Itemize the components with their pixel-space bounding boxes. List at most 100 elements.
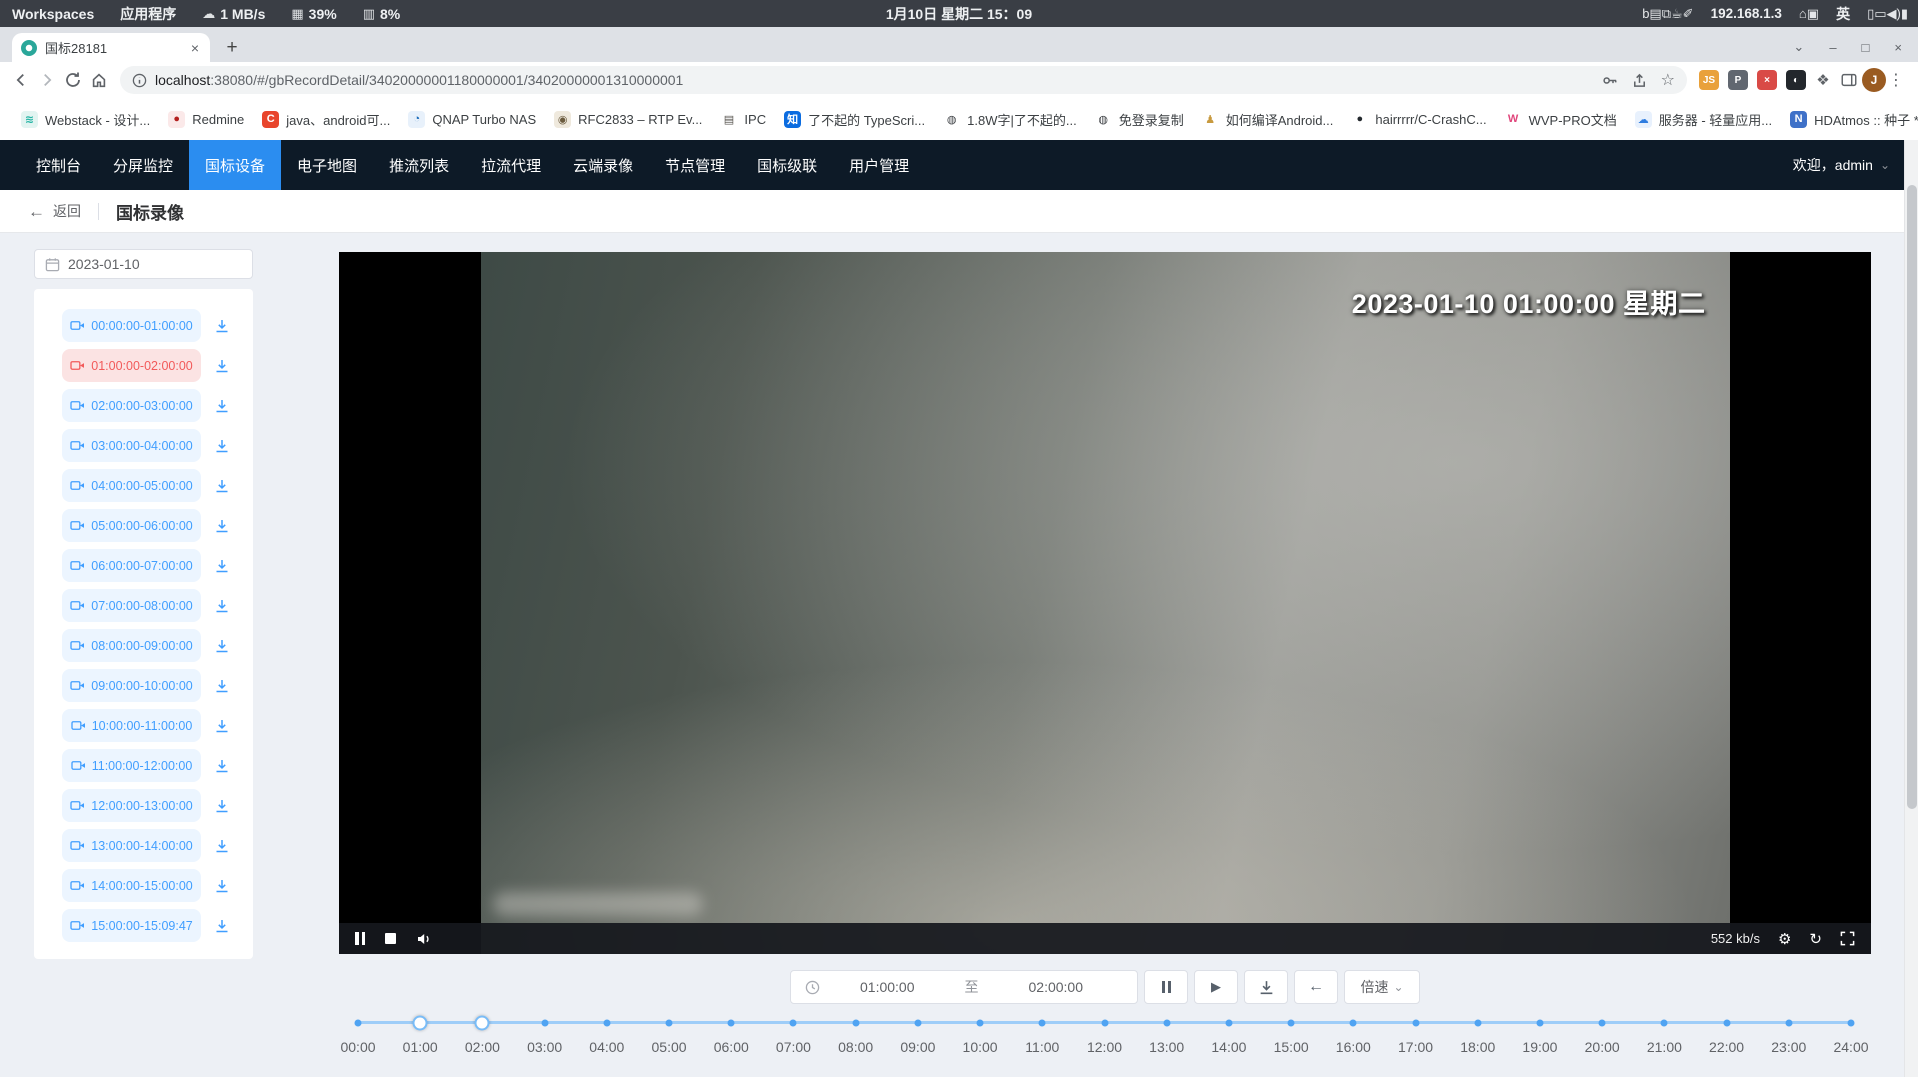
bookmark-item[interactable]: ◍免登录复制 (1086, 110, 1193, 129)
download-icon[interactable] (214, 638, 230, 654)
download-icon[interactable] (214, 678, 230, 694)
language-indicator[interactable]: 英 (1836, 4, 1850, 24)
nav-item[interactable]: 国标级联 (741, 140, 833, 190)
fullscreen-icon[interactable] (1840, 931, 1855, 946)
download-icon[interactable] (214, 358, 230, 374)
nav-item[interactable]: 拉流代理 (465, 140, 557, 190)
extension-js-icon[interactable]: JS (1699, 70, 1719, 90)
download-icon[interactable] (214, 318, 230, 334)
bing-icon[interactable]: b (1642, 6, 1649, 21)
segment-button[interactable]: 00:00:00-01:00:00 (62, 309, 201, 342)
back-button[interactable]: ← 返回 (28, 201, 81, 221)
segment-button[interactable]: 13:00:00-14:00:00 (62, 829, 201, 862)
bookmark-item[interactable]: NHDAtmos :: 种子 *... (1781, 110, 1918, 129)
pause-button[interactable] (1144, 970, 1188, 1004)
back-icon[interactable] (8, 67, 34, 93)
time-range-input[interactable]: 01:00:00 至 02:00:00 (790, 970, 1138, 1004)
battery-icon[interactable]: ▮ (1901, 6, 1908, 22)
bookmark-item[interactable]: ▤IPC (711, 111, 775, 128)
end-time-value[interactable]: 02:00:00 (989, 979, 1124, 995)
date-picker-input[interactable]: 2023-01-10 (34, 249, 253, 279)
segment-button[interactable]: 08:00:00-09:00:00 (62, 629, 201, 662)
segment-button[interactable]: 04:00:00-05:00:00 (62, 469, 201, 502)
bookmark-item[interactable]: ♟如何编译Android... (1193, 110, 1343, 129)
play-button[interactable]: ▶ (1194, 970, 1238, 1004)
nav-item[interactable]: 分屏监控 (97, 140, 189, 190)
video-player[interactable]: 2023-01-10 01:00:00 星期二 552 kb/s ⚙ ↻ (339, 252, 1871, 954)
tab-close-icon[interactable]: × (189, 39, 201, 57)
share-icon[interactable] (1631, 72, 1648, 89)
nav-item[interactable]: 国标设备 (189, 140, 281, 190)
coffee-icon[interactable]: ☕ (1671, 6, 1683, 22)
new-tab-button[interactable]: + (220, 37, 244, 59)
segment-button[interactable]: 01:00:00-02:00:00 (62, 349, 201, 382)
ip-indicator[interactable]: 192.168.1.3 (1711, 6, 1782, 21)
download-icon[interactable] (214, 878, 230, 894)
site-info-icon[interactable] (132, 73, 147, 88)
download-icon[interactable] (214, 798, 230, 814)
nav-item[interactable]: 控制台 (20, 140, 97, 190)
download-icon[interactable] (214, 598, 230, 614)
nav-item[interactable]: 用户管理 (833, 140, 925, 190)
download-icon[interactable] (214, 398, 230, 414)
nav-item[interactable]: 电子地图 (281, 140, 373, 190)
segment-button[interactable]: 14:00:00-15:00:00 (62, 869, 201, 902)
bookmark-item[interactable]: ◍1.8W字|了不起的... (934, 110, 1086, 129)
phone-link-icon[interactable]: ▯ (1867, 6, 1874, 22)
volume-icon[interactable] (416, 931, 433, 947)
scrollbar-thumb[interactable] (1907, 185, 1917, 809)
clipboard-icon[interactable]: ⧉ (1662, 6, 1671, 22)
workspaces-switcher-icon[interactable]: ▣ (1807, 6, 1819, 22)
download-icon[interactable] (214, 478, 230, 494)
nav-item[interactable]: 云端录像 (557, 140, 649, 190)
download-icon[interactable] (214, 438, 230, 454)
download-icon[interactable] (214, 838, 230, 854)
address-bar[interactable]: localhost:38080/#/gbRecordDetail/3402000… (120, 66, 1687, 94)
timeline-handle[interactable] (475, 1015, 490, 1030)
bookmark-item[interactable]: ≋Webstack - 设计... (12, 110, 159, 129)
volume-icon[interactable]: ◀) (1887, 6, 1901, 22)
display-icon[interactable]: ▭ (1874, 6, 1886, 22)
profile-avatar[interactable]: J (1862, 68, 1886, 92)
notes-icon[interactable]: ▤ (1649, 6, 1661, 22)
settings-gear-icon[interactable]: ⚙ (1778, 930, 1791, 948)
download-icon[interactable] (214, 558, 230, 574)
segment-button[interactable]: 05:00:00-06:00:00 (62, 509, 201, 542)
download-icon[interactable] (214, 758, 230, 774)
segment-button[interactable]: 07:00:00-08:00:00 (62, 589, 201, 622)
refresh-icon[interactable]: ↻ (1809, 930, 1822, 948)
browser-tab[interactable]: 国标28181 × (12, 33, 210, 62)
nav-item[interactable]: 推流列表 (373, 140, 465, 190)
bookmark-star-icon[interactable]: ☆ (1661, 70, 1675, 90)
arrow-left-button[interactable]: ← (1294, 970, 1338, 1004)
extension-darkreader-icon[interactable]: ◐ (1786, 70, 1806, 90)
side-panel-icon[interactable] (1836, 67, 1862, 93)
window-minimize-icon[interactable]: – (1829, 40, 1836, 55)
segment-button[interactable]: 06:00:00-07:00:00 (62, 549, 201, 582)
download-icon[interactable] (214, 518, 230, 534)
download-icon[interactable] (214, 918, 230, 934)
home-icon[interactable]: ⌂ (1799, 6, 1807, 21)
window-maximize-icon[interactable]: □ (1862, 40, 1870, 55)
user-menu[interactable]: 欢迎，admin ⌄ (1793, 155, 1918, 175)
puzzle-extensions-icon[interactable]: ❖ (1810, 67, 1836, 93)
home-icon[interactable] (86, 67, 112, 93)
applications-button[interactable]: 应用程序 (120, 4, 176, 24)
color-picker-icon[interactable]: ✐ (1683, 6, 1694, 22)
stop-icon[interactable] (385, 933, 396, 944)
segment-button[interactable]: 11:00:00-12:00:00 (62, 749, 201, 782)
browser-menu-icon[interactable]: ⋮ (1886, 70, 1910, 90)
download-icon[interactable] (214, 718, 230, 734)
page-scrollbar[interactable] (1904, 140, 1918, 1077)
timeline-slider[interactable]: 00:0001:0002:0003:0004:0005:0006:0007:00… (358, 1013, 1851, 1075)
segment-button[interactable]: 10:00:00-11:00:00 (62, 709, 201, 742)
password-key-icon[interactable] (1601, 72, 1618, 89)
segment-button[interactable]: 15:00:00-15:09:47 (62, 909, 201, 942)
nav-item[interactable]: 节点管理 (649, 140, 741, 190)
bookmark-item[interactable]: ◔QNAP Turbo NAS (399, 111, 545, 128)
bookmark-item[interactable]: ●Redmine (159, 111, 253, 128)
extension-blocker-icon[interactable]: × (1757, 70, 1777, 90)
reload-icon[interactable] (60, 67, 86, 93)
speed-dropdown[interactable]: 倍速 ⌄ (1344, 970, 1420, 1004)
segment-button[interactable]: 03:00:00-04:00:00 (62, 429, 201, 462)
